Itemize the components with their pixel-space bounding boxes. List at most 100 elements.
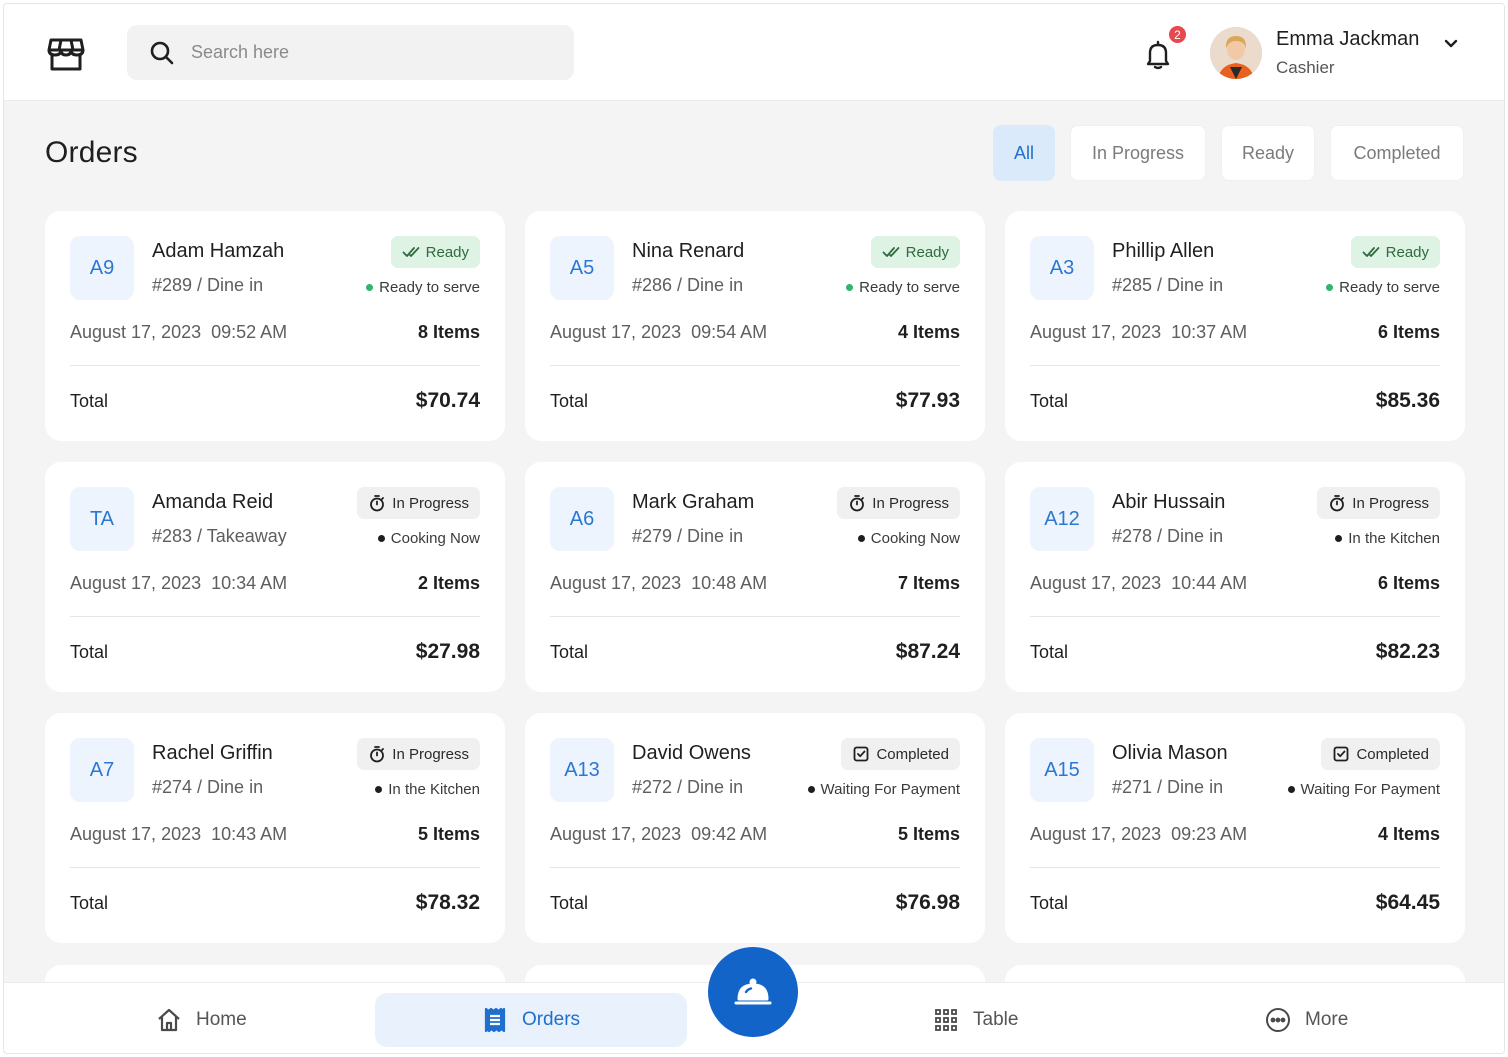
customer-name: Abir Hussain [1112,491,1226,513]
status-detail: Ready to serve [846,279,960,296]
customer-name: Rachel Griffin [152,742,273,764]
filter-completed[interactable]: Completed [1330,125,1464,181]
customer-name: Adam Hamzah [152,240,285,262]
customer-name: Mark Graham [632,491,755,513]
status-badge: Ready [870,236,960,268]
status-dot [377,535,385,542]
order-card[interactable]: A3 Phillip Allen #285 / Dine in Ready Ready … [1005,211,1465,441]
user-name[interactable]: Emma Jackman [1276,28,1419,51]
status-label: In Progress [392,494,469,512]
nav-table[interactable]: Table [933,993,1018,1047]
total-amount: $82.23 [1375,640,1440,663]
status-detail: Waiting For Payment [807,781,961,798]
item-count: 4 Items [897,322,960,342]
nav-home-label: Home [196,1009,247,1030]
divider [1030,867,1440,868]
order-code: A5 [550,236,614,300]
item-count: 4 Items [1377,824,1440,844]
more-icon [1266,1008,1290,1032]
order-code: A7 [70,738,134,802]
total-amount: $76.98 [895,891,960,914]
avatar[interactable] [1210,27,1262,79]
order-card[interactable]: A13 David Owens #272 / Dine in Completed Wai… [525,713,985,943]
status-detail: Waiting For Payment [1287,781,1440,798]
status-badge: Completed [1321,738,1440,770]
order-card[interactable]: A15 Olivia Mason #271 / Dine in Completed Wa… [1005,713,1465,943]
filter-ready[interactable]: Ready [1221,125,1315,181]
divider [550,365,960,366]
filter-in-progress[interactable]: In Progress [1070,125,1206,181]
divider [550,616,960,617]
nav-home[interactable]: Home [156,993,247,1047]
order-reference: #272 / Dine in [632,777,744,797]
status-label: In Progress [392,745,469,763]
order-reference: #289 / Dine in [152,275,264,295]
customer-name: Nina Renard [632,240,745,262]
receipt-icon [484,1007,506,1033]
status-dot [1287,786,1295,793]
status-badge: In Progress [837,487,960,519]
search-bar[interactable] [127,25,574,80]
order-date: August 17, 2023 10:43 AM [70,824,288,844]
nav-orders[interactable]: Orders [375,993,687,1047]
new-order-button[interactable] [708,947,798,1037]
divider [1030,365,1440,366]
user-role: Cashier [1276,58,1335,77]
divider [1030,616,1440,617]
status-detail: In the Kitchen [1335,530,1440,547]
total-amount: $85.36 [1375,389,1440,412]
status-detail: In the Kitchen [375,781,480,798]
order-reference: #271 / Dine in [1112,777,1224,797]
order-date: August 17, 2023 10:37 AM [1030,322,1248,342]
item-count: 2 Items [417,573,480,593]
filter-all[interactable]: All [993,125,1055,181]
order-date: August 17, 2023 09:42 AM [550,824,768,844]
status-detail: Ready to serve [1326,279,1440,296]
status-detail: Cooking Now [857,530,960,547]
order-card[interactable]: A9 Adam Hamzah #289 / Dine in Ready Ready to… [45,211,505,441]
divider [70,867,480,868]
status-detail-label: Cooking Now [390,530,480,547]
order-card[interactable]: A5 Nina Renard #286 / Dine in Ready Ready to… [525,211,985,441]
status-detail-label: Ready to serve [1339,279,1440,296]
order-reference: #279 / Dine in [632,526,744,546]
app-frame: 2 Emma Jackman Cashier Orders All In Pro… [3,3,1505,1054]
page-title: Orders [45,136,138,169]
status-label: Completed [876,745,949,763]
order-card[interactable]: A12 Abir Hussain #278 / Dine in In Progress… [1005,462,1465,692]
total-label: Total [550,642,589,662]
divider [70,365,480,366]
checkbox-icon [1334,746,1349,762]
divider [550,867,960,868]
order-reference: #285 / Dine in [1112,275,1224,295]
item-count: 5 Items [417,824,480,844]
filter-tabs: All In Progress Ready Completed [993,125,1464,181]
order-date: August 17, 2023 09:23 AM [1030,824,1248,844]
order-card[interactable]: A7 Rachel Griffin #274 / Dine in In Progres… [45,713,505,943]
status-dot [857,535,865,542]
customer-name: Amanda Reid [152,491,274,513]
status-label: Ready [1385,243,1429,261]
status-dot [846,284,854,291]
status-dot [366,284,374,291]
home-icon [158,1008,180,1032]
bell-icon[interactable] [1144,40,1172,70]
total-label: Total [70,642,109,662]
search-input[interactable] [191,42,531,63]
status-badge: In Progress [357,738,480,770]
status-detail-label: Waiting For Payment [820,781,961,798]
customer-name: Olivia Mason [1112,742,1228,764]
order-reference: #274 / Dine in [152,777,264,797]
status-detail-label: In the Kitchen [1348,530,1440,547]
order-card[interactable]: TA Amanda Reid #283 / Takeaway In Progress C… [45,462,505,692]
item-count: 8 Items [417,322,480,342]
total-amount: $77.93 [895,389,960,412]
item-count: 7 Items [897,573,960,593]
order-code: TA [70,487,134,551]
total-label: Total [550,893,589,913]
order-card[interactable]: A6 Mark Graham #279 / Dine in In Progress Co… [525,462,985,692]
chevron-down-icon[interactable] [1442,34,1460,52]
total-amount: $78.32 [415,891,480,914]
store-icon[interactable] [46,34,86,74]
nav-more[interactable]: More [1265,993,1348,1047]
